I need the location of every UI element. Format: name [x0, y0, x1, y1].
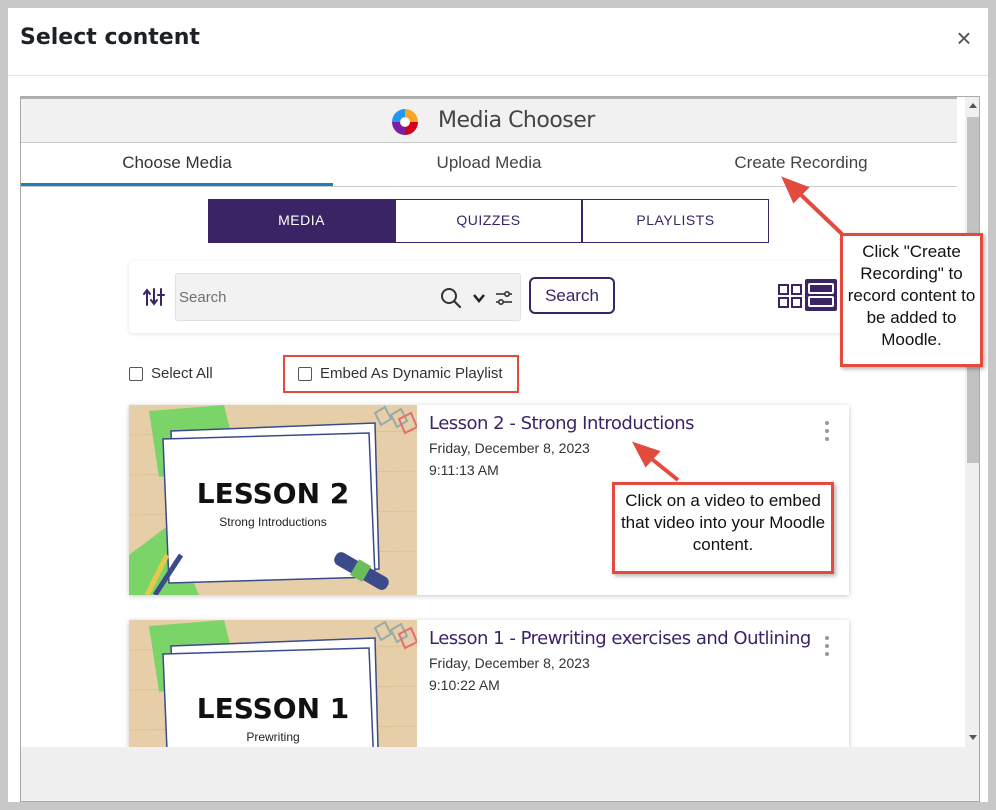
- media-item-title[interactable]: Lesson 2 - Strong Introductions: [429, 413, 695, 434]
- segment-media[interactable]: MEDIA: [208, 199, 395, 243]
- video-thumbnail[interactable]: LESSON 2 Strong Introductions: [129, 405, 417, 595]
- search-field: [175, 273, 521, 321]
- filter-icon[interactable]: [494, 288, 514, 308]
- search-icon[interactable]: [440, 287, 462, 309]
- scroll-up-icon[interactable]: [969, 103, 977, 108]
- thumbnail-heading: LESSON 1: [197, 692, 350, 725]
- select-all-checkbox[interactable]: [129, 367, 143, 381]
- thumbnail-subtitle: Strong Introductions: [219, 515, 326, 529]
- media-chooser-header: Media Chooser: [21, 97, 957, 143]
- search-button[interactable]: Search: [529, 277, 615, 314]
- media-item-time: 9:11:13 AM: [429, 462, 499, 478]
- media-item-date: Friday, December 8, 2023: [429, 440, 590, 456]
- thumbnail-heading: LESSON 2: [197, 477, 350, 510]
- media-item-date: Friday, December 8, 2023: [429, 655, 590, 671]
- media-item-title[interactable]: Lesson 1 - Prewriting exercises and Outl…: [429, 628, 811, 649]
- embed-dynamic-playlist-checkbox[interactable]: [298, 367, 312, 381]
- scrollbar[interactable]: [965, 97, 979, 801]
- select-all-label: Select All: [151, 365, 213, 382]
- search-toolbar: Search: [129, 261, 849, 333]
- thumbnail-subtitle: Prewriting: [246, 730, 299, 744]
- list-view-button[interactable]: [805, 279, 837, 311]
- dialog-header: Select content ×: [8, 8, 988, 76]
- tab-upload-media[interactable]: Upload Media: [333, 143, 645, 187]
- sort-icon[interactable]: [143, 285, 167, 309]
- grid-view-icon[interactable]: [777, 283, 803, 309]
- tab-create-recording[interactable]: Create Recording: [645, 143, 957, 187]
- select-content-dialog: Select content × Media Chooser Choose Me…: [8, 8, 988, 802]
- embed-dynamic-playlist-highlight: Embed As Dynamic Playlist: [283, 355, 519, 393]
- lesson-thumbnail-art: LESSON 2 Strong Introductions: [129, 405, 417, 595]
- segment-playlists[interactable]: PLAYLISTS: [582, 199, 769, 243]
- media-chooser-logo: [392, 109, 418, 135]
- active-tab-indicator: [21, 183, 333, 186]
- annotation-click-video: Click on a video to embed that video int…: [612, 482, 834, 574]
- media-tabs: Choose Media Upload Media Create Recordi…: [21, 143, 957, 187]
- annotation-create-recording: Click "Create Recording" to record conte…: [840, 233, 983, 367]
- media-chooser-frame: Media Chooser Choose Media Upload Media …: [20, 96, 980, 802]
- media-item-time: 9:10:22 AM: [429, 677, 500, 693]
- tab-choose-media[interactable]: Choose Media: [21, 143, 333, 187]
- embed-dynamic-playlist-label[interactable]: Embed As Dynamic Playlist: [320, 365, 503, 382]
- dialog-title: Select content: [20, 25, 200, 50]
- scroll-down-icon[interactable]: [969, 735, 977, 740]
- search-input[interactable]: [179, 284, 429, 310]
- chevron-down-icon[interactable]: [472, 291, 486, 305]
- kebab-menu-icon[interactable]: [823, 636, 831, 660]
- kebab-menu-icon[interactable]: [823, 421, 831, 445]
- segment-quizzes[interactable]: QUIZZES: [395, 199, 582, 243]
- list-view-icon: [808, 283, 834, 307]
- close-icon[interactable]: ×: [952, 25, 976, 51]
- frame-footer: [21, 747, 965, 801]
- media-chooser-title: Media Chooser: [438, 108, 595, 133]
